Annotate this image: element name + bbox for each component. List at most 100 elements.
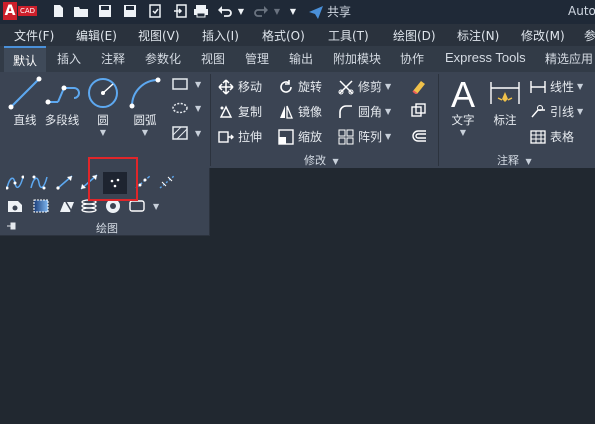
app-logo[interactable]: A CAD xyxy=(0,0,44,22)
text-icon: A xyxy=(451,76,475,110)
leader-button[interactable]: 引线 ▼ xyxy=(530,103,583,120)
open-folder-icon[interactable] xyxy=(73,3,89,19)
tab-annotate[interactable]: 注释 xyxy=(101,50,125,67)
app-logo-text: CAD xyxy=(18,6,38,16)
offset-button[interactable] xyxy=(410,128,432,144)
circle-dropdown-icon[interactable]: ▼ xyxy=(100,128,106,137)
arc-button[interactable]: 圆弧 ▼ xyxy=(128,76,162,137)
dimension-icon xyxy=(490,82,520,104)
dimension-label: 标注 xyxy=(493,113,517,127)
trim-button[interactable]: 修剪 ▼ xyxy=(338,78,391,95)
region-button[interactable] xyxy=(6,198,28,214)
drawing-canvas-left[interactable] xyxy=(0,236,210,424)
linear-dim-icon xyxy=(530,80,546,93)
menu-modify[interactable]: 修改(M) xyxy=(521,27,565,44)
line-icon xyxy=(8,76,42,110)
draw-panel-title[interactable]: 绘图 xyxy=(96,220,118,236)
ray-icon xyxy=(56,175,73,190)
text-dropdown-icon[interactable]: ▼ xyxy=(460,128,466,137)
gradient-button[interactable] xyxy=(32,198,54,214)
text-button[interactable]: A 文字 ▼ xyxy=(446,76,480,137)
save-as-icon[interactable] xyxy=(122,3,138,19)
rotate-label: 旋转 xyxy=(298,80,323,94)
stretch-button[interactable]: 拉伸 xyxy=(218,128,262,145)
menu-file[interactable]: 文件(F) xyxy=(14,27,54,44)
mirror-button[interactable]: 镜像 xyxy=(278,103,322,120)
tab-express-tools[interactable]: Express Tools xyxy=(445,50,526,65)
arc-dropdown-icon[interactable]: ▼ xyxy=(142,128,148,137)
tab-view[interactable]: 视图 xyxy=(201,50,225,67)
pin-panel-button[interactable] xyxy=(6,221,22,231)
drawing-canvas[interactable] xyxy=(210,168,595,424)
export-icon[interactable] xyxy=(147,3,163,19)
array-label: 阵列 xyxy=(358,130,383,144)
table-icon xyxy=(530,129,546,144)
tab-collaborate[interactable]: 协作 xyxy=(400,50,424,67)
new-file-icon[interactable] xyxy=(50,3,66,19)
spline-cv-button[interactable] xyxy=(30,174,52,190)
window-title: Auto xyxy=(568,4,595,18)
hatch-icon xyxy=(172,126,188,140)
linear-dim-button[interactable]: 线性 ▼ xyxy=(530,78,583,95)
polyline-button[interactable]: 多段线 xyxy=(44,76,80,128)
copy-button[interactable]: 复制 xyxy=(218,103,262,120)
tab-default[interactable]: 默认 xyxy=(4,46,47,72)
tab-insert[interactable]: 插入 xyxy=(57,50,81,67)
circle-button[interactable]: 圆 ▼ xyxy=(86,76,120,137)
menu-edit[interactable]: 编辑(E) xyxy=(76,27,117,44)
hatch-button[interactable]: ▼ xyxy=(172,126,201,140)
dimension-button[interactable]: 标注 xyxy=(488,76,522,128)
spline-fit-button[interactable] xyxy=(6,174,28,190)
annotation-panel-title[interactable]: 注释 ▼ xyxy=(497,152,532,168)
share-icon xyxy=(309,5,323,19)
polyline-icon xyxy=(45,85,80,105)
rotate-icon xyxy=(280,79,292,93)
tab-featured-apps[interactable]: 精选应用 xyxy=(545,50,593,67)
menu-parametric[interactable]: 参 xyxy=(584,27,595,44)
circle-label: 圆 xyxy=(97,113,109,127)
array-button[interactable]: 阵列 ▼ xyxy=(338,128,391,145)
boundary-button[interactable] xyxy=(58,198,80,214)
customize-qat-icon[interactable]: ▼ xyxy=(288,3,298,19)
ellipse-button[interactable]: ▼ xyxy=(172,102,201,114)
move-button[interactable]: 移动 xyxy=(218,78,262,95)
menu-format[interactable]: 格式(O) xyxy=(262,27,305,44)
redo-dropdown-icon[interactable]: ▼ xyxy=(272,3,282,19)
measure-button[interactable] xyxy=(158,174,180,190)
annotation-panel-title-label: 注释 xyxy=(497,154,519,167)
menu-view[interactable]: 视图(V) xyxy=(138,27,180,44)
tab-output[interactable]: 输出 xyxy=(289,50,313,67)
arc-icon xyxy=(129,77,161,109)
tab-addins[interactable]: 附加模块 xyxy=(333,50,381,67)
fillet-button[interactable]: 圆角 ▼ xyxy=(338,103,391,120)
scale-button[interactable]: 缩放 xyxy=(278,128,322,145)
trim-label: 修剪 xyxy=(358,80,383,94)
svg-text:A: A xyxy=(451,76,475,110)
save-icon[interactable] xyxy=(97,3,113,19)
pin-icon xyxy=(7,222,16,230)
import-icon[interactable] xyxy=(172,3,188,19)
rectangle-button[interactable]: ▼ xyxy=(172,78,201,90)
ray-button[interactable] xyxy=(56,174,78,190)
menu-insert[interactable]: 插入(I) xyxy=(202,27,239,44)
copy-icon xyxy=(219,104,233,118)
menu-dimension[interactable]: 标注(N) xyxy=(457,27,499,44)
tab-manage[interactable]: 管理 xyxy=(245,50,269,67)
redo-icon[interactable] xyxy=(253,3,269,19)
table-button[interactable]: 表格 xyxy=(530,128,574,145)
highlight-box xyxy=(88,157,138,201)
print-icon[interactable] xyxy=(193,3,209,19)
menu-tools[interactable]: 工具(T) xyxy=(328,27,369,44)
undo-dropdown-icon[interactable]: ▼ xyxy=(236,3,246,19)
menu-bar: 文件(F) 编辑(E) 视图(V) 插入(I) 格式(O) 工具(T) 绘图(D… xyxy=(0,24,595,46)
erase-button[interactable] xyxy=(410,78,432,94)
panel-separator xyxy=(210,74,211,166)
modify-panel-title[interactable]: 修改 ▼ xyxy=(304,152,339,168)
rotate-button[interactable]: 旋转 xyxy=(278,78,322,95)
tab-parametric[interactable]: 参数化 xyxy=(145,50,181,67)
explode-button[interactable] xyxy=(410,103,432,119)
share-button[interactable]: 共享 xyxy=(308,3,351,20)
line-button[interactable]: 直线 xyxy=(8,76,42,128)
undo-icon[interactable] xyxy=(217,3,233,19)
menu-draw[interactable]: 绘图(D) xyxy=(393,27,436,44)
